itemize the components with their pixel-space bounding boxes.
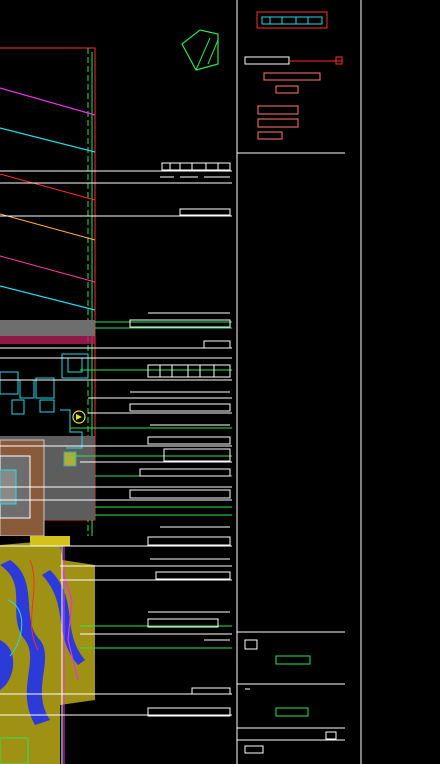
- landscape-garden: [0, 536, 95, 764]
- cad-drawing-canvas[interactable]: [0, 0, 440, 764]
- paved-band: [0, 320, 95, 336]
- paved-band: [0, 336, 95, 344]
